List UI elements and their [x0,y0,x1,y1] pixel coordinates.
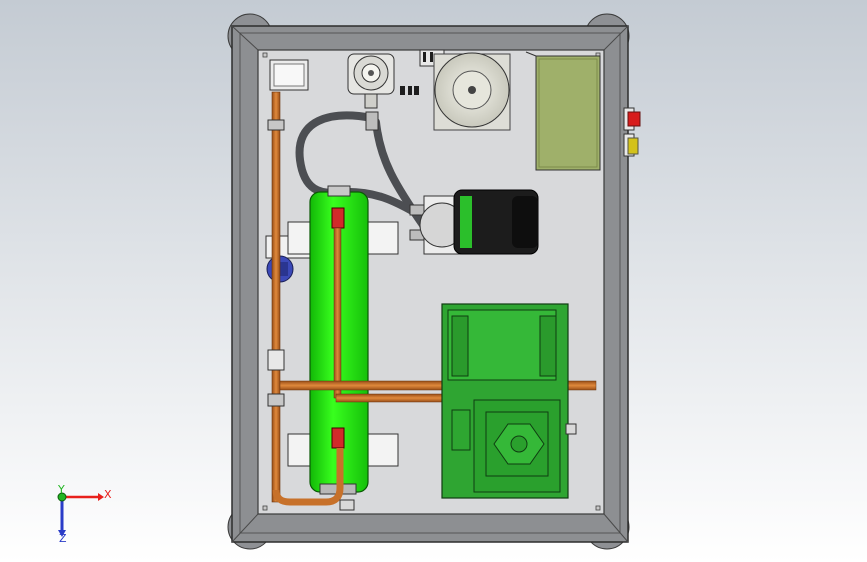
x-axis-label: X [104,488,112,501]
cad-viewport[interactable]: X Y Z [0,0,867,562]
drain-fitting [339,499,355,511]
fan-unit[interactable] [433,52,511,131]
electrical-control-box[interactable] [525,51,601,171]
z-axis-label: Z [59,532,67,545]
sight-glass[interactable] [269,59,309,91]
cad-model-view[interactable]: X Y Z [0,0,867,562]
y-axis-label: Y [57,483,65,496]
compressor[interactable] [441,303,577,499]
pump-motor[interactable] [419,189,539,255]
